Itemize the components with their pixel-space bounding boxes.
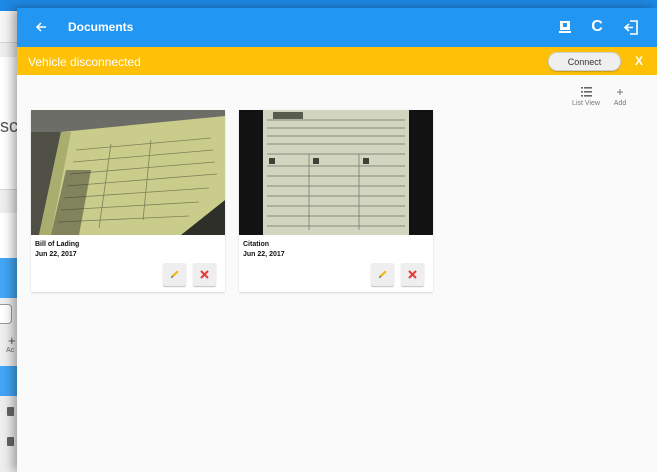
background-partial-text: sc [0,116,18,136]
document-thumbnail[interactable] [239,110,433,235]
banner-message: Vehicle disconnected [28,55,141,69]
list-view-label: List View [572,100,600,107]
plus-icon: + [616,85,624,99]
pencil-icon [378,270,387,279]
document-card: Bill of Lading Jun 22, 2017 [31,110,225,292]
delete-button[interactable] [401,263,424,286]
delete-x-icon [408,270,417,279]
refresh-icon: C [591,18,603,35]
delete-button[interactable] [193,263,216,286]
document-card: Citation Jun 22, 2017 [239,110,433,292]
background-plus-icon: + [8,333,16,348]
trash-icon [7,437,14,446]
connect-button[interactable]: Connect [548,52,621,71]
add-label: Add [613,100,627,107]
trash-icon [7,407,14,416]
edit-button[interactable] [371,263,394,286]
edit-button[interactable] [163,263,186,286]
app-bar: Documents C [17,8,657,47]
background-plus-label: Ac [6,347,15,354]
document-photo [239,110,433,235]
add-document-button[interactable]: + Add [607,84,633,112]
document-photo [31,110,225,235]
list-view-button[interactable]: List View [568,84,604,112]
logout-icon [623,19,638,35]
arrow-left-icon [35,22,46,32]
pencil-icon [170,270,179,279]
logout-button[interactable] [619,15,643,39]
connection-banner: Vehicle disconnected Connect X [17,47,657,75]
page-title: Documents [68,20,134,34]
document-name: Bill of Lading [35,241,80,248]
device-button[interactable] [553,15,577,39]
documents-panel: Documents C Vehicle disconnected Connect… [17,8,657,472]
back-button[interactable] [29,15,53,39]
banner-close-button[interactable]: X [631,53,647,69]
background-input [0,304,12,324]
document-date: Jun 22, 2017 [35,251,77,258]
refresh-button[interactable]: C [585,15,609,39]
device-eld-icon [559,21,571,33]
delete-x-icon [200,270,209,279]
document-thumbnail[interactable] [31,110,225,235]
document-date: Jun 22, 2017 [243,251,285,258]
list-icon [581,87,592,97]
document-name: Citation [243,241,270,248]
